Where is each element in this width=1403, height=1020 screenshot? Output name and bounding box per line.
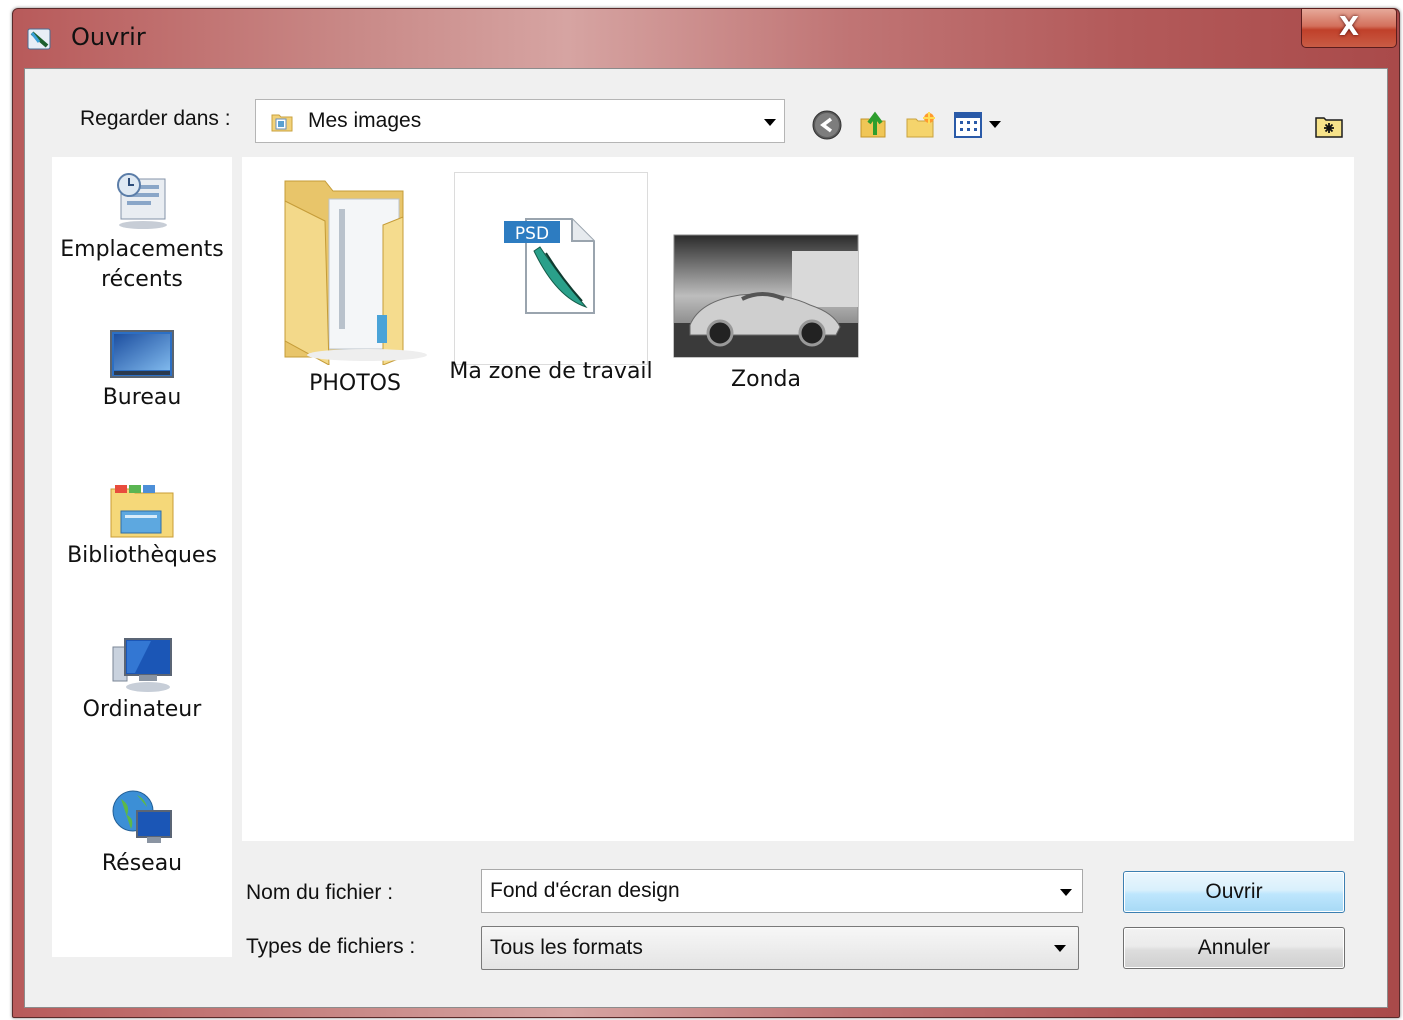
desktop-icon <box>110 330 174 378</box>
filetype-dropdown[interactable]: Tous les formats <box>481 926 1079 970</box>
psd-badge-text: PSD <box>515 224 549 244</box>
place-desktop[interactable]: Bureau <box>52 329 232 413</box>
file-name: Ma zone de travail <box>449 359 653 384</box>
file-item-photos[interactable]: PHOTOS <box>262 165 452 396</box>
filename-label: Nom du fichier : <box>246 881 394 904</box>
place-label: Réseau <box>101 851 183 876</box>
place-computer[interactable]: Ordinateur <box>52 635 232 725</box>
place-libraries[interactable]: Bibliothèques <box>52 481 232 571</box>
place-network[interactable]: Réseau <box>52 787 232 879</box>
image-thumbnail <box>673 234 859 358</box>
place-label: Bibliothèques <box>67 543 217 568</box>
view-menu-icon <box>954 112 982 138</box>
chevron-down-icon <box>1060 889 1072 896</box>
title-bar[interactable]: Ouvrir X <box>13 8 1399 65</box>
filename-value[interactable]: Fond d'écran design <box>490 879 680 903</box>
open-button[interactable]: Ouvrir <box>1123 871 1345 913</box>
file-item-zonda[interactable]: Zonda <box>666 233 866 392</box>
cancel-button[interactable]: Annuler <box>1123 927 1345 969</box>
close-button[interactable]: X <box>1301 8 1397 48</box>
my-pictures-folder-icon <box>271 114 293 132</box>
window-title: Ouvrir <box>71 23 146 51</box>
look-in-label: Regarder dans : <box>80 107 231 130</box>
file-list[interactable]: PHOTOS PSD Ma zone de travail Zonda <box>242 157 1354 841</box>
app-icon <box>27 28 51 50</box>
chevron-down-icon <box>764 119 776 126</box>
chevron-down-icon <box>1054 945 1066 952</box>
place-label: Ordinateur <box>82 697 202 722</box>
computer-icon <box>112 638 172 692</box>
back-icon[interactable] <box>811 109 843 141</box>
up-folder-icon[interactable] <box>857 109 889 141</box>
file-item-workspace[interactable]: PSD Ma zone de travail <box>448 213 654 384</box>
places-bar: Emplacements récents Bureau Bibliothèque… <box>52 157 232 957</box>
place-label: Emplacements <box>60 237 224 262</box>
look-in-value: Mes images <box>308 109 422 132</box>
filetype-value: Tous les formats <box>490 936 643 959</box>
view-menu-button[interactable] <box>953 109 1005 141</box>
file-name: PHOTOS <box>309 371 401 396</box>
psd-file-icon: PSD <box>504 218 595 314</box>
look-in-dropdown[interactable]: Mes images <box>255 99 785 143</box>
close-icon: X <box>1338 12 1360 42</box>
file-name: Zonda <box>731 367 801 392</box>
libraries-icon <box>110 485 174 538</box>
dialog-client-area: Regarder dans : Mes images Emplacements … <box>24 68 1388 1008</box>
folder-icon <box>284 180 427 366</box>
chevron-down-icon <box>989 121 1001 128</box>
place-label: Bureau <box>102 385 182 410</box>
network-icon <box>112 790 172 843</box>
open-dialog-window: Ouvrir X Regarder dans : Mes images Empl… <box>12 8 1400 1018</box>
recent-places-icon <box>117 173 167 229</box>
filename-field[interactable]: Fond d'écran design <box>481 869 1083 913</box>
place-label-line2: récents <box>101 267 183 292</box>
bridge-icon[interactable] <box>1313 109 1345 141</box>
new-folder-icon[interactable] <box>905 109 937 141</box>
filetype-label: Types de fichiers : <box>246 935 416 958</box>
place-recent[interactable]: Emplacements récents <box>52 171 232 295</box>
